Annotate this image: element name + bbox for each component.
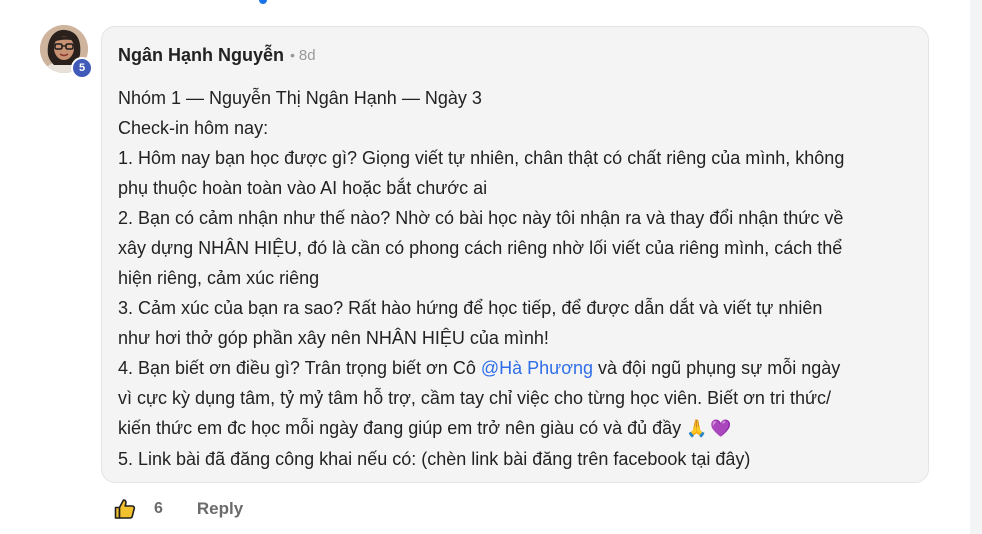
- line-text: kiến thức em đc học mỗi ngày đang giúp e…: [118, 418, 682, 438]
- comment-line: phụ thuộc hoàn toàn vào AI hoặc bắt chướ…: [118, 178, 488, 198]
- line-text: 4. Bạn biết ơn điều gì? Trân trọng biết …: [118, 358, 481, 378]
- comment-line: 5. Link bài đã đăng công khai nếu có: (c…: [118, 449, 751, 469]
- comment-line: kiến thức em đc học mỗi ngày đang giúp e…: [118, 413, 912, 444]
- pray-emoji-icon: 🙏: [686, 419, 708, 438]
- top-indicator-dot: [259, 0, 267, 4]
- comment-line: 4. Bạn biết ơn điều gì? Trân trọng biết …: [118, 353, 912, 383]
- comment-line: hiện riêng, cảm xúc riêng: [118, 268, 320, 288]
- line-text: và đội ngũ phụng sự mỗi ngày: [593, 358, 841, 378]
- like-button[interactable]: [112, 496, 138, 522]
- comment-line: vì cực kỳ dụng tâm, tỷ mỷ tâm hỗ trợ, cầ…: [118, 388, 832, 408]
- comment-line: Nhóm 1 — Nguyễn Thị Ngân Hạnh — Ngày 3: [118, 88, 482, 108]
- comment-timestamp[interactable]: 8d: [299, 47, 316, 64]
- comment-body: Nhóm 1 — Nguyễn Thị Ngân Hạnh — Ngày 3 C…: [118, 83, 912, 474]
- level-badge: 5: [71, 57, 93, 79]
- comment-bubble: Ngân Hạnh Nguyễn • 8d Nhóm 1 — Nguyễn Th…: [101, 26, 929, 483]
- reply-button[interactable]: Reply: [197, 499, 243, 519]
- mention-link[interactable]: @Hà Phương: [481, 358, 593, 378]
- thumbs-up-icon: [114, 499, 136, 519]
- author-avatar[interactable]: 5: [40, 25, 93, 79]
- comment-header: Ngân Hạnh Nguyễn • 8d: [118, 44, 912, 66]
- like-count: 6: [154, 500, 163, 517]
- scrollbar-track[interactable]: [970, 0, 982, 534]
- comment-page: 5 Ngân Hạnh Nguyễn • 8d Nhóm 1 — Nguyễn …: [0, 0, 982, 534]
- comment-actions: 6 Reply: [112, 494, 243, 524]
- comment-line: như hơi thở góp phần xây nên NHÂN HIỆU c…: [118, 328, 549, 348]
- header-separator: •: [290, 47, 295, 63]
- author-name[interactable]: Ngân Hạnh Nguyễn: [118, 45, 284, 66]
- purple-heart-emoji-icon: 💜: [710, 419, 732, 438]
- comment-line: 2. Bạn có cảm nhận như thế nào? Nhờ có b…: [118, 208, 844, 228]
- comment-line: 1. Hôm nay bạn học được gì? Giọng viết t…: [118, 148, 845, 168]
- comment-line: Check-in hôm nay:: [118, 118, 269, 138]
- comment-line: xây dựng NHÂN HIỆU, đó là cần có phong c…: [118, 238, 843, 258]
- comment-line: 3. Cảm xúc của bạn ra sao? Rất hào hứng …: [118, 298, 823, 318]
